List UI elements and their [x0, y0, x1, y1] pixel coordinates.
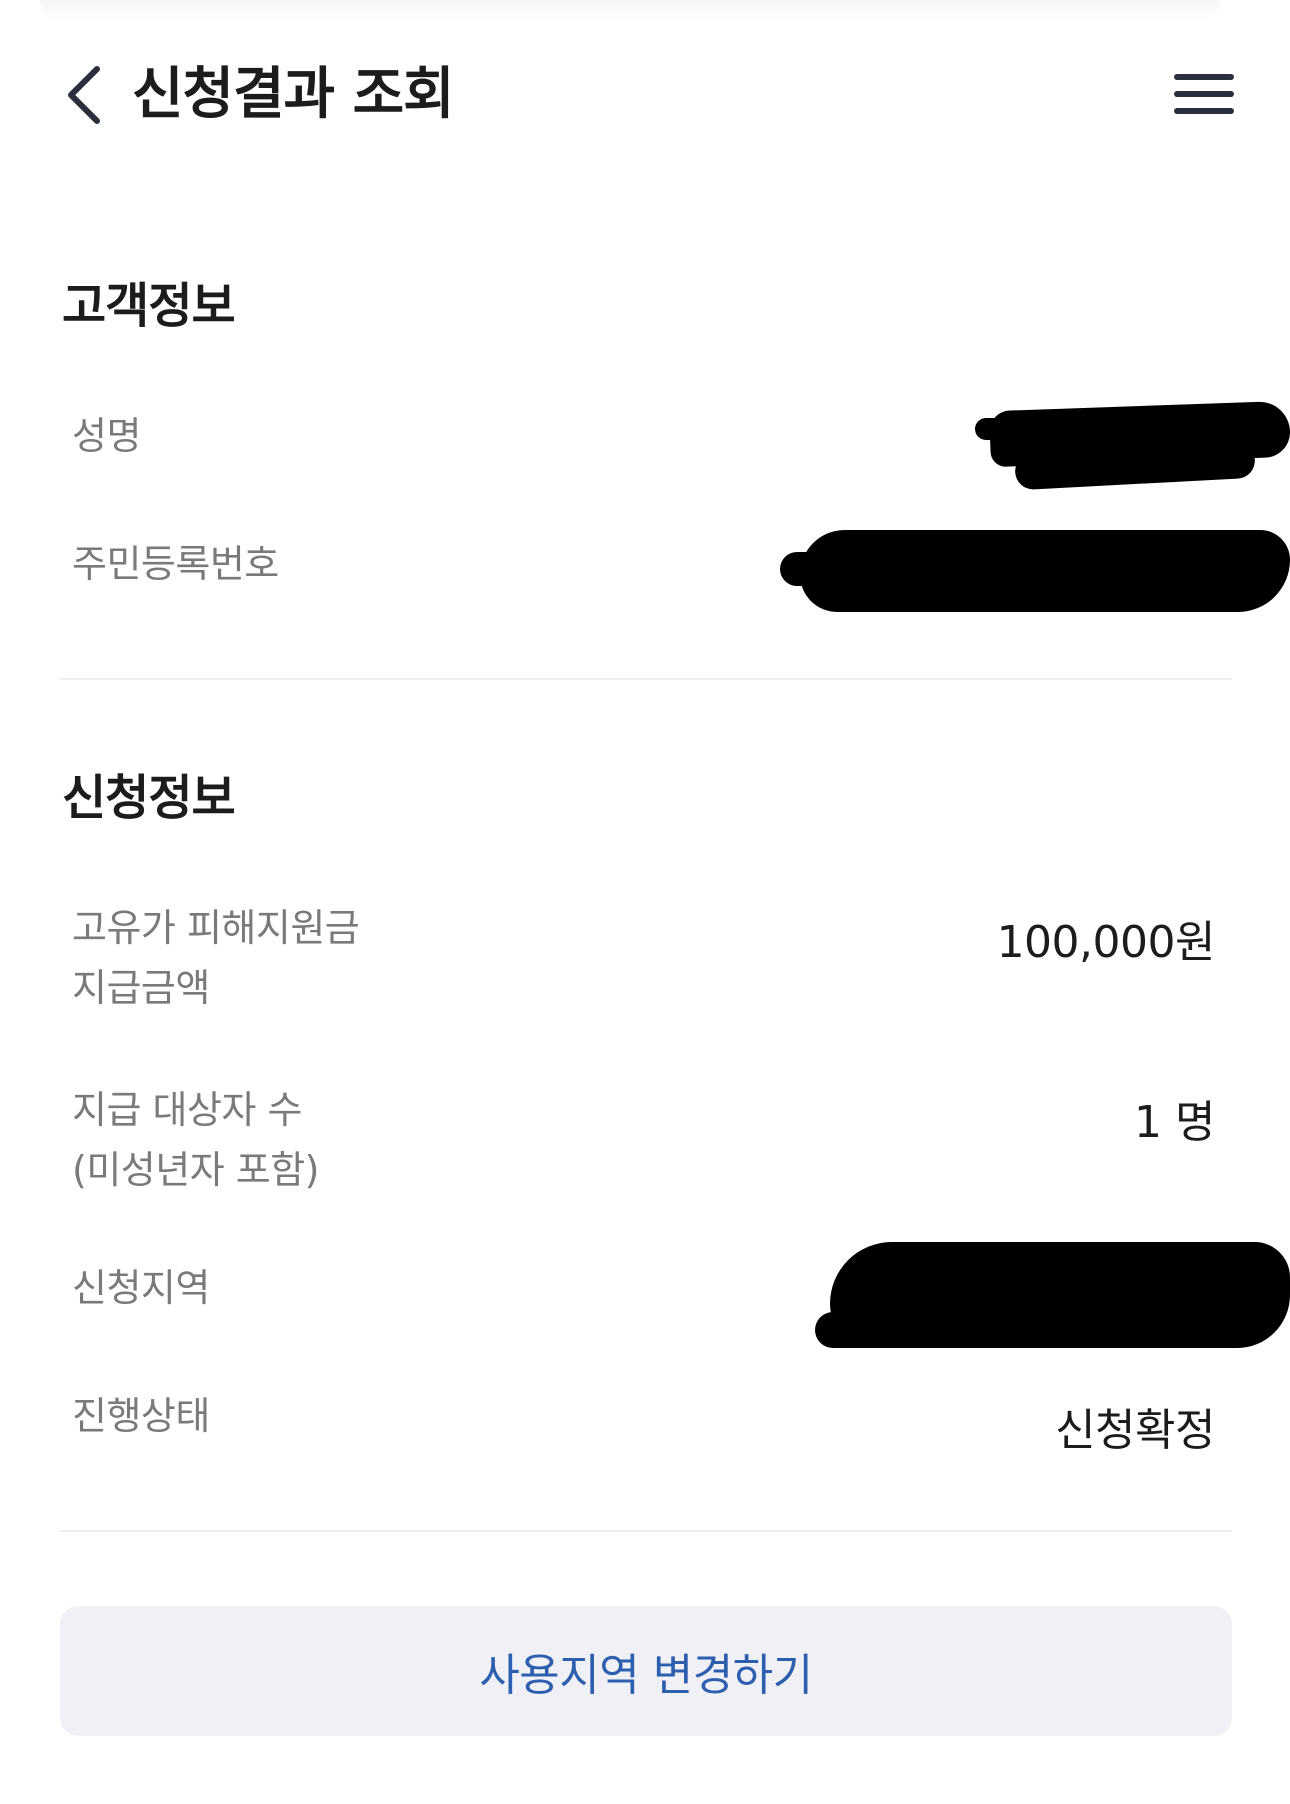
section-title-application: 신청정보: [62, 770, 236, 826]
hamburger-icon-bar: [1174, 74, 1234, 80]
recipients-count-value: 1 명: [1134, 1097, 1215, 1148]
hamburger-icon-bar: [1174, 91, 1234, 97]
header: 신청결과 조회: [0, 52, 1290, 138]
change-region-button[interactable]: 사용지역 변경하기: [60, 1606, 1232, 1736]
menu-button[interactable]: [1170, 68, 1238, 120]
hamburger-icon-bar: [1174, 108, 1234, 114]
section-title-customer: 고객정보: [62, 278, 236, 334]
back-button[interactable]: [60, 62, 110, 128]
recipients-count-label-line1: 지급 대상자 수: [72, 1088, 302, 1132]
section-divider: [60, 678, 1232, 680]
status-value: 신청확정: [1055, 1405, 1215, 1456]
section-divider: [60, 1530, 1232, 1532]
page-title: 신청결과 조회: [132, 62, 455, 127]
support-amount-label-line2: 지급금액: [72, 966, 210, 1010]
chevron-left-icon: [68, 66, 100, 124]
status-label: 진행상태: [72, 1394, 210, 1438]
name-label: 성명: [72, 414, 141, 458]
support-amount-label: 고유가 피해지원금 지급금액: [72, 898, 360, 1018]
region-label: 신청지역: [72, 1266, 210, 1310]
application-result-screen: 신청결과 조회 고객정보 성명 주민등록번호 신청정보 고유가 피해지원금 지급…: [0, 0, 1290, 1804]
recipients-count-label-line2: (미성년자 포함): [72, 1148, 320, 1192]
top-edge-shadow: [40, 0, 1220, 22]
support-amount-label-line1: 고유가 피해지원금: [72, 906, 360, 950]
support-amount-value: 100,000원: [996, 917, 1216, 968]
resident-number-label: 주민등록번호: [72, 542, 279, 586]
recipients-count-label: 지급 대상자 수 (미성년자 포함): [72, 1080, 320, 1200]
